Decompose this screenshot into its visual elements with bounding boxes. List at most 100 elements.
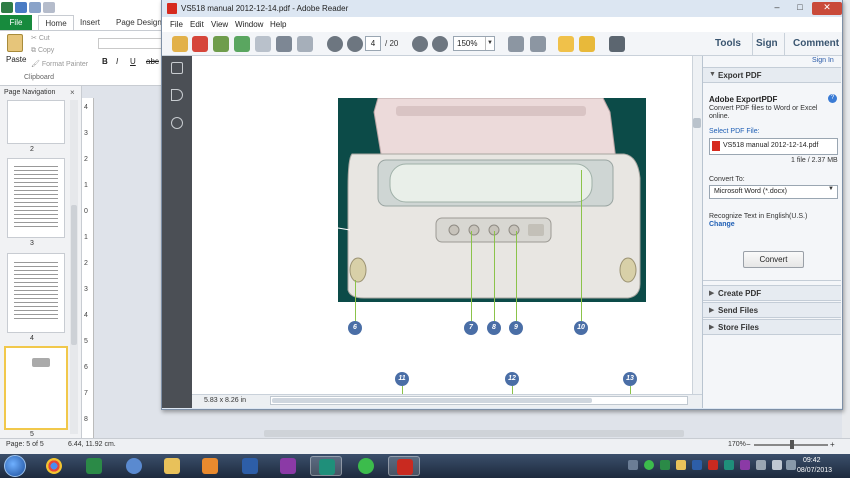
zoom-in-icon[interactable] <box>432 36 448 52</box>
publisher-horizontal-scrollbar[interactable] <box>264 430 684 437</box>
paste-icon[interactable] <box>7 34 23 52</box>
clock-date[interactable]: 08/07/2013 <box>797 467 832 474</box>
tray-excel-icon[interactable] <box>660 460 670 470</box>
document-vertical-scrollbar[interactable] <box>692 56 702 394</box>
cut-button[interactable]: ✂ Cut <box>31 34 50 42</box>
font-name-input[interactable] <box>98 38 168 49</box>
chevron-down-icon[interactable]: ▼ <box>828 186 834 192</box>
tab-file[interactable]: File <box>0 15 32 30</box>
taskbar-adobe-reader[interactable] <box>388 456 420 476</box>
start-button[interactable] <box>4 455 26 477</box>
tools-button[interactable]: Tools <box>715 38 741 49</box>
messenger-icon <box>126 458 142 474</box>
bold-button[interactable]: B <box>102 57 108 66</box>
convert-to-select[interactable]: Microsoft Word (*.docx) <box>709 185 838 199</box>
highlight-icon[interactable] <box>579 36 595 52</box>
comment-bubble-icon[interactable] <box>558 36 574 52</box>
close-icon[interactable]: × <box>70 88 75 97</box>
taskbar-messenger[interactable] <box>118 456 150 476</box>
email-icon[interactable] <box>297 36 313 52</box>
sign-button[interactable]: Sign <box>756 38 778 49</box>
taskbar-chrome[interactable] <box>38 456 70 476</box>
format-painter-button[interactable]: 🖌 Format Painter <box>31 60 88 68</box>
tab-home[interactable]: Home <box>38 15 74 30</box>
page-navigation-scroll-thumb[interactable] <box>71 205 77 345</box>
clock-time[interactable]: 09:42 <box>803 457 821 464</box>
volume-icon[interactable] <box>772 460 782 470</box>
upload-cloud-icon[interactable] <box>234 36 250 52</box>
action-center-icon[interactable] <box>786 460 796 470</box>
status-page-indicator[interactable]: Page: 5 of 5 <box>6 441 44 448</box>
tray-spotify-icon[interactable] <box>644 460 654 470</box>
menu-help[interactable]: Help <box>270 20 286 29</box>
taskbar-word[interactable] <box>234 456 266 476</box>
comment-button[interactable]: Comment <box>793 38 839 49</box>
help-icon[interactable]: ? <box>828 94 837 103</box>
italic-button[interactable]: I <box>116 57 118 66</box>
fullscreen-icon[interactable] <box>609 36 625 52</box>
page-number-input[interactable]: 4 <box>365 36 381 51</box>
paste-button[interactable]: Paste <box>6 55 26 64</box>
bookmarks-icon[interactable] <box>171 89 183 101</box>
tray-icon[interactable] <box>676 460 686 470</box>
taskbar-spotify[interactable] <box>350 456 382 476</box>
underline-button[interactable]: U <box>130 57 136 66</box>
taskbar-explorer[interactable] <box>156 456 188 476</box>
create-pdf-section-header[interactable]: ▶ Create PDF <box>703 285 841 301</box>
taskbar-media-player[interactable] <box>194 456 226 476</box>
network-icon[interactable] <box>756 460 766 470</box>
edit-icon[interactable] <box>213 36 229 52</box>
strikethrough-button[interactable]: abc <box>146 57 159 66</box>
export-pdf-section-header[interactable]: ▼ Export PDF <box>703 67 841 83</box>
send-files-section-header[interactable]: ▶ Send Files <box>703 302 841 318</box>
chevron-right-icon: ▶ <box>709 290 715 297</box>
tray-icon[interactable] <box>724 460 734 470</box>
sign-in-link[interactable]: Sign In <box>812 57 834 64</box>
create-pdf-icon[interactable] <box>192 36 208 52</box>
status-zoom-level[interactable]: 170% <box>728 441 746 448</box>
copy-button[interactable]: ⧉ Copy <box>31 47 54 55</box>
save-icon[interactable] <box>15 2 27 13</box>
next-page-icon[interactable] <box>347 36 363 52</box>
zoom-out-icon[interactable]: − <box>746 440 751 449</box>
minimize-button[interactable]: – <box>766 2 788 15</box>
tray-icon[interactable] <box>692 460 702 470</box>
page-thumbnail[interactable] <box>7 100 65 144</box>
callout-marker: 11 <box>395 372 409 386</box>
menu-edit[interactable]: Edit <box>190 20 204 29</box>
tab-insert[interactable]: Insert <box>80 15 100 30</box>
fit-page-icon[interactable] <box>508 36 524 52</box>
attachment-icon[interactable] <box>171 117 183 129</box>
document-vertical-scroll-thumb[interactable] <box>693 118 701 128</box>
open-folder-icon[interactable] <box>172 36 188 52</box>
tray-icon[interactable] <box>740 460 750 470</box>
store-files-section-header[interactable]: ▶ Store Files <box>703 319 841 335</box>
menu-view[interactable]: View <box>211 20 228 29</box>
zoom-in-icon[interactable]: + <box>830 440 835 449</box>
close-button[interactable]: ✕ <box>812 2 842 15</box>
zoom-out-icon[interactable] <box>412 36 428 52</box>
fit-width-icon[interactable] <box>530 36 546 52</box>
taskbar-onenote[interactable] <box>272 456 304 476</box>
undo-icon[interactable] <box>29 2 41 13</box>
redo-icon[interactable] <box>43 2 55 13</box>
page-thumbnail-selected[interactable] <box>4 346 68 430</box>
tray-icon[interactable] <box>708 460 718 470</box>
taskbar-excel[interactable] <box>78 456 110 476</box>
document-horizontal-scroll-thumb[interactable] <box>272 398 592 403</box>
pages-panel-icon[interactable] <box>171 62 183 74</box>
change-language-link[interactable]: Change <box>709 221 735 228</box>
maximize-button[interactable]: □ <box>790 2 810 15</box>
taskbar-publisher[interactable] <box>310 456 342 476</box>
tray-icon[interactable] <box>628 460 638 470</box>
chevron-down-icon[interactable]: ▼ <box>485 37 494 50</box>
save-icon[interactable] <box>255 36 271 52</box>
menu-file[interactable]: File <box>170 20 183 29</box>
callout-marker: 7 <box>464 321 478 335</box>
previous-page-icon[interactable] <box>327 36 343 52</box>
zoom-slider-handle[interactable] <box>790 440 794 449</box>
convert-button[interactable]: Convert <box>743 251 804 268</box>
tab-page-design[interactable]: Page Design <box>116 15 162 30</box>
print-icon[interactable] <box>276 36 292 52</box>
menu-window[interactable]: Window <box>235 20 263 29</box>
